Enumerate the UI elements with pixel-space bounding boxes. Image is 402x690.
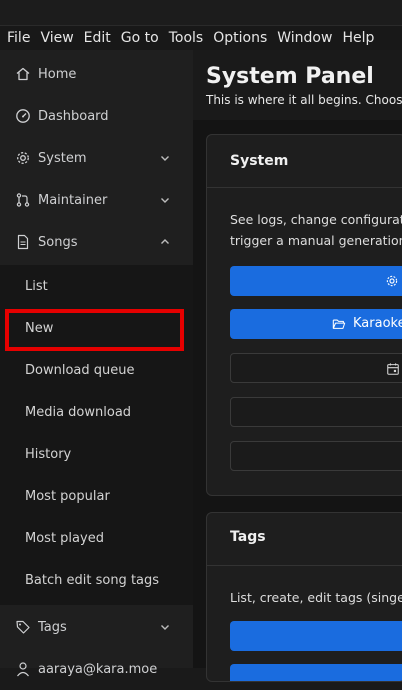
submenu-item-label: List [25, 278, 48, 294]
chevron-up-icon [161, 239, 169, 244]
page-subtitle: This is where it all begins. Choose [206, 93, 402, 107]
card-text-line: See logs, change configuration [230, 212, 402, 227]
menu-file[interactable]: File [2, 26, 35, 50]
sidebar-item-dashboard[interactable]: Dashboard [0, 95, 193, 137]
window-titlebar [0, 0, 402, 26]
page-header: System Panel This is where it all begins… [193, 50, 402, 120]
system-card: System See logs, change configuration tr… [206, 134, 402, 496]
menu-window[interactable]: Window [272, 26, 337, 50]
merge-icon [16, 193, 30, 207]
menubar: File View Edit Go to Tools Options Windo… [0, 26, 402, 50]
menu-edit[interactable]: Edit [79, 26, 116, 50]
menu-options[interactable]: Options [208, 26, 272, 50]
menu-help[interactable]: Help [337, 26, 379, 50]
gear-icon [17, 152, 29, 164]
card-title: System [230, 153, 289, 169]
chevron-down-icon [161, 625, 169, 630]
menu-tools[interactable]: Tools [164, 26, 209, 50]
sidebar-item-label: Songs [38, 234, 78, 250]
outline-button[interactable] [230, 441, 402, 471]
submenu-item-download-queue[interactable]: Download queue [0, 349, 193, 391]
sidebar-item-user[interactable]: aaraya@kara.moe [0, 648, 193, 690]
submenu-item-batch-edit-song-tags[interactable]: Batch edit song tags [0, 559, 193, 601]
karaoke-button-label: Karaoke [353, 316, 402, 331]
submenu-item-most-popular[interactable]: Most popular [0, 475, 193, 517]
tags-button[interactable] [230, 621, 402, 651]
tags-card: Tags List, create, edit tags (singers [206, 512, 402, 682]
home-icon [16, 67, 30, 81]
submenu-item-label: History [25, 446, 72, 462]
submenu-item-most-played[interactable]: Most played [0, 517, 193, 559]
sidebar-item-label: Dashboard [38, 108, 109, 124]
submenu-item-history[interactable]: History [0, 433, 193, 475]
sidebar-item-label: Tags [38, 619, 67, 635]
tags-button[interactable] [230, 664, 402, 681]
sidebar-item-label: aaraya@kara.moe [38, 661, 158, 677]
sidebar-item-system[interactable]: System [0, 137, 193, 179]
submenu-item-list[interactable]: List [0, 265, 193, 307]
sidebar-item-label: Home [38, 66, 77, 82]
outline-button[interactable] [230, 397, 402, 427]
main-content: System Panel This is where it all begins… [193, 50, 402, 682]
card-text-line: List, create, edit tags (singers [230, 590, 402, 605]
sidebar-item-maintainer[interactable]: Maintainer [0, 179, 193, 221]
karaoke-button[interactable]: Karaoke [230, 309, 402, 339]
sidebar-item-songs[interactable]: Songs [0, 221, 193, 263]
tag-icon [16, 620, 30, 634]
submenu-item-label: Batch edit song tags [25, 572, 160, 588]
divider [207, 187, 402, 188]
page-title: System Panel [206, 64, 374, 89]
user-icon [17, 662, 29, 677]
system-settings-button[interactable] [230, 266, 402, 296]
folder-open-icon [332, 319, 346, 329]
card-text-line: trigger a manual generation a [230, 233, 402, 248]
chevron-down-icon [161, 156, 169, 161]
sidebar: Home Dashboard System Maintainer Songs L… [0, 50, 193, 677]
file-icon [17, 234, 29, 250]
submenu-item-label: Download queue [25, 362, 135, 378]
divider [207, 565, 402, 566]
red-highlight-box [5, 309, 184, 351]
menu-view[interactable]: View [35, 26, 78, 50]
submenu-item-label: Media download [25, 404, 132, 420]
gear-icon [386, 275, 398, 287]
menu-goto[interactable]: Go to [116, 26, 164, 50]
gauge-icon [16, 109, 30, 123]
sidebar-item-tags[interactable]: Tags [0, 606, 193, 648]
submenu-item-label: Most played [25, 530, 104, 546]
sidebar-item-label: System [38, 150, 87, 166]
submenu-item-label: Most popular [25, 488, 110, 504]
submenu-item-media-download[interactable]: Media download [0, 391, 193, 433]
card-title: Tags [230, 529, 266, 545]
chevron-down-icon [161, 198, 169, 203]
sidebar-item-home[interactable]: Home [0, 53, 193, 95]
calendar-button[interactable] [230, 353, 402, 383]
calendar-icon [387, 363, 399, 375]
sidebar-item-label: Maintainer [38, 192, 108, 208]
